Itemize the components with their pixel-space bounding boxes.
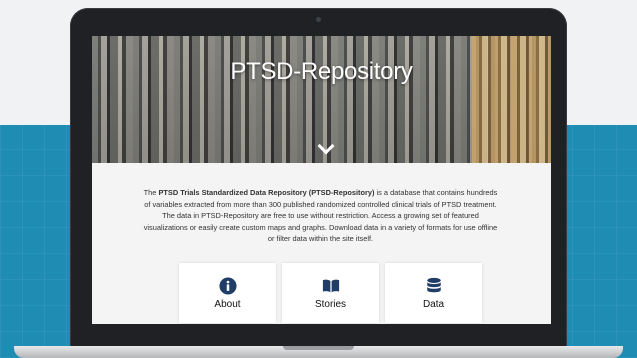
stories-card[interactable]: Stories (282, 263, 379, 323)
camera-icon (316, 17, 321, 22)
about-card[interactable]: About (179, 263, 276, 323)
intro-lead: The (143, 188, 159, 197)
site-title: PTSD-Repository (230, 58, 413, 85)
database-icon (426, 277, 441, 293)
hero-bookshelf-image (472, 36, 551, 163)
about-card-label: About (214, 299, 241, 310)
laptop-notch (283, 346, 354, 350)
data-card[interactable]: Data (385, 263, 482, 323)
nav-cards: About Stories Data (179, 263, 484, 323)
intro-repository-name: PTSD Trials Standardized Data Repository… (158, 188, 375, 197)
data-card-label: Data (422, 299, 445, 310)
website-screen: PTSD-Repository The PTSD Trials Standard… (92, 36, 551, 324)
stories-card-label: Stories (314, 299, 347, 310)
hero-banner: PTSD-Repository (92, 36, 551, 163)
info-icon (218, 277, 237, 295)
chevron-down-icon[interactable] (317, 137, 335, 155)
book-icon (322, 279, 339, 293)
intro-paragraph: The PTSD Trials Standardized Data Reposi… (142, 187, 499, 245)
